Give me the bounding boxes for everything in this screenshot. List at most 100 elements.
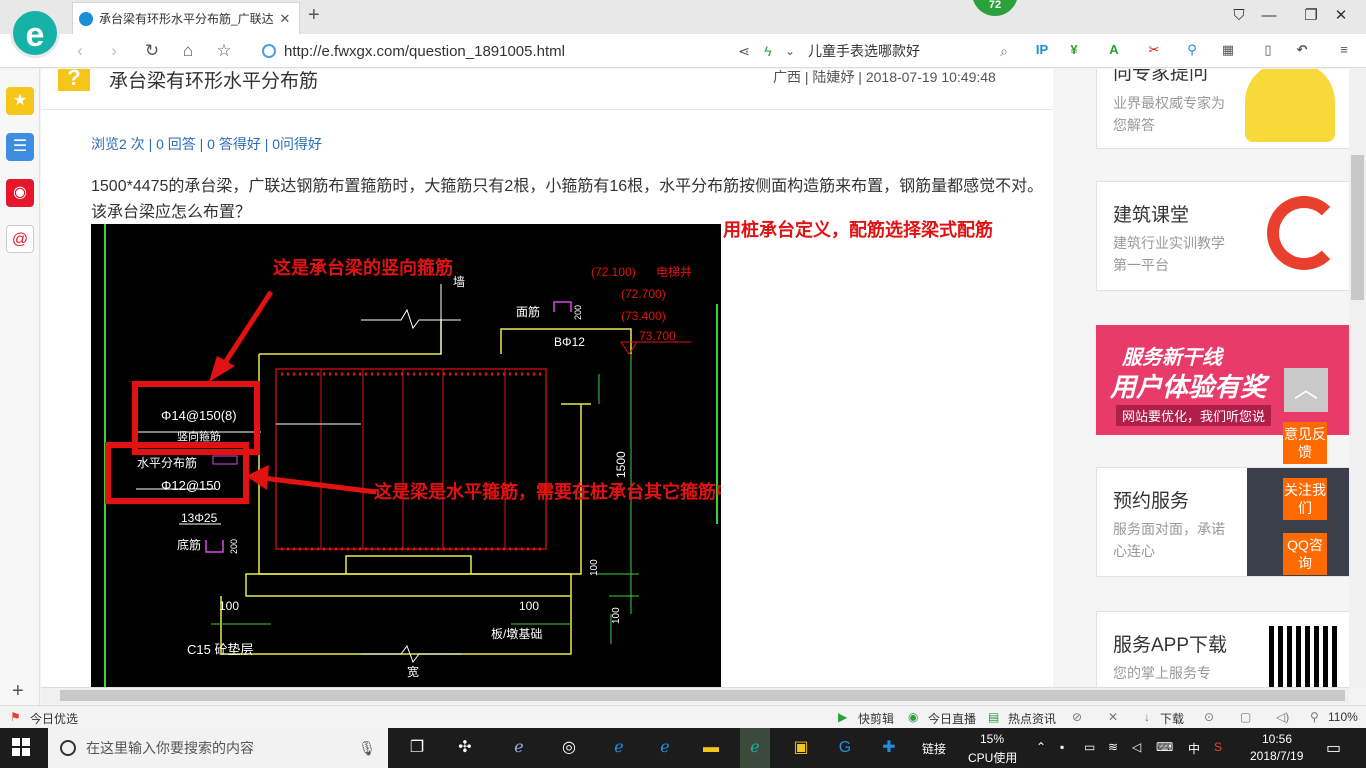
weibo-icon[interactable]: ◉: [6, 179, 34, 207]
cpu-label: CPU使用: [968, 751, 1018, 765]
share-icon[interactable]: ⋖: [732, 40, 756, 62]
close-window-icon[interactable]: ✕: [1326, 4, 1356, 28]
window-icon[interactable]: ▢: [1240, 710, 1251, 724]
fan-app-icon[interactable]: ✣: [452, 736, 478, 760]
undo-icon[interactable]: ↶: [1292, 42, 1312, 60]
cad-bottom-200: 200: [229, 539, 239, 554]
notes-app-icon[interactable]: ▣: [788, 736, 814, 760]
battery-icon[interactable]: ▭: [1084, 740, 1095, 754]
card-app-download[interactable]: 服务APP下载 您的掌上服务专: [1096, 611, 1349, 687]
cad-foundation: 板/墩基础: [491, 627, 542, 641]
browser-task-icon[interactable]: ℯ: [740, 728, 770, 768]
cad-box1-line1: Φ14@150(8): [161, 408, 237, 423]
ime-indicator[interactable]: 中: [1188, 740, 1200, 757]
ie-icon[interactable]: ℯ: [652, 736, 678, 760]
qq-consult-button[interactable]: QQ咨询: [1283, 533, 1327, 575]
feedback-button[interactable]: 意见反馈: [1283, 422, 1327, 464]
forward-icon[interactable]: ›: [102, 40, 126, 62]
ip-icon[interactable]: IP: [1032, 42, 1052, 60]
vertical-scroll-thumb[interactable]: [1351, 155, 1364, 300]
magnifier-icon[interactable]: ⚲: [1182, 42, 1202, 60]
mail-icon[interactable]: @: [6, 225, 34, 253]
search-input[interactable]: 儿童手表选哪款好 ⌕: [808, 39, 1008, 63]
menu-icon[interactable]: ≡: [1334, 42, 1354, 60]
ie-legacy-icon[interactable]: ℯ: [506, 736, 532, 760]
address-bar[interactable]: http://e.fwxgx.com/question_1891005.html: [262, 41, 722, 61]
back-to-top-icon[interactable]: ︿: [1284, 368, 1328, 412]
browser-tab[interactable]: 承台梁有环形水平分布筋_广联达 ✕: [72, 2, 300, 34]
horizontal-scroll-thumb[interactable]: [60, 690, 1345, 701]
card4-sub: 您的掌上服务专: [1113, 665, 1211, 681]
folder-icon[interactable]: ▬: [698, 736, 724, 760]
plus-app-icon[interactable]: ✚: [876, 736, 902, 760]
tray-bell-icon[interactable]: ▪: [1060, 740, 1064, 754]
windows-start-icon[interactable]: [12, 738, 30, 756]
edge-icon[interactable]: ℯ: [606, 736, 632, 760]
wifi-icon[interactable]: ≋: [1108, 740, 1118, 754]
translate-icon[interactable]: A: [1104, 42, 1124, 60]
tools-icon[interactable]: ✕: [1108, 710, 1118, 724]
clean-icon[interactable]: ⊙: [1204, 710, 1214, 724]
minimize-icon[interactable]: —: [1254, 4, 1284, 28]
back-icon[interactable]: ‹: [68, 40, 92, 62]
g-app-icon[interactable]: G: [832, 736, 858, 760]
tab-close-icon[interactable]: ✕: [277, 11, 293, 27]
lightning-icon[interactable]: ϟ: [756, 40, 780, 62]
tray-link[interactable]: 链接: [922, 740, 946, 757]
expert-mascot-icon: [1245, 69, 1335, 142]
restore-icon[interactable]: ❐: [1296, 4, 1326, 28]
taskbar-search-input[interactable]: 在这里输入你要搜索的内容 🎙: [48, 728, 388, 768]
card2-sub: 建筑行业实训教学第一平台: [1113, 235, 1225, 273]
card1-title: 向专家提问: [1113, 69, 1209, 84]
speed-icon[interactable]: ⊘: [1072, 710, 1082, 724]
status-item-2[interactable]: 热点资讯: [1008, 710, 1056, 727]
shield-icon[interactable]: ¥: [1064, 42, 1084, 60]
add-sidebar-icon[interactable]: +: [12, 680, 24, 703]
status-item-3[interactable]: 下载: [1160, 710, 1184, 727]
question-stats[interactable]: 浏览2 次 | 0 回答 | 0 答得好 | 0问得好: [91, 134, 322, 154]
gift-icon: ⚑: [10, 710, 21, 724]
favorite-star-icon[interactable]: ☆: [212, 40, 236, 62]
cad-top-bar: 面筋: [516, 304, 540, 319]
list-icon[interactable]: ☰: [6, 133, 34, 161]
favorites-star-icon[interactable]: ★: [6, 87, 34, 115]
chrome-like-icon[interactable]: ◎: [556, 736, 582, 760]
follow-us-button[interactable]: 关注我们: [1283, 478, 1327, 520]
chevron-down-icon[interactable]: ⌄: [778, 40, 802, 62]
globe-icon: [262, 44, 276, 58]
status-item-0[interactable]: 快剪辑: [858, 710, 894, 727]
search-icon[interactable]: ⌕: [1000, 43, 1008, 60]
classroom-logo-icon: [1267, 196, 1341, 270]
tray-up-icon[interactable]: ⌃: [1036, 740, 1046, 754]
cad-drawing-image: 这是承台梁的竖向箍筋 这是梁是水平箍筋，需要在桩承台其它箍筋中计算输入 Φ14@…: [91, 224, 721, 687]
microphone-icon[interactable]: 🎙: [358, 740, 376, 757]
site-favicon-icon: [79, 11, 93, 26]
windows-taskbar: 在这里输入你要搜索的内容 🎙 ❐ ✣ ℯ ◎ ℯ ℯ ▬ ℯ ▣ G ✚ 链接 …: [0, 728, 1366, 768]
main-content: ? 承台梁有环形水平分布筋 广西 | 陆婕妤 | 2018-07-19 10:4…: [41, 69, 1053, 687]
notifications-icon[interactable]: ▭: [1326, 738, 1341, 758]
reload-icon[interactable]: ↻: [140, 40, 164, 62]
task-view-icon[interactable]: ❐: [404, 736, 430, 760]
card-classroom[interactable]: 建筑课堂 建筑行业实训教学第一平台: [1096, 181, 1349, 291]
status-today-picks[interactable]: 今日优选: [30, 710, 78, 727]
phone-icon[interactable]: ▯: [1258, 42, 1278, 60]
status-item-1[interactable]: 今日直播: [928, 710, 976, 727]
home-icon[interactable]: ⌂: [176, 40, 200, 62]
zoom-icon[interactable]: ⚲: [1310, 710, 1319, 724]
apps-grid-icon[interactable]: ▦: [1218, 42, 1238, 60]
volume-icon[interactable]: ◁: [1132, 740, 1141, 754]
clock-date[interactable]: 2018/7/19: [1250, 749, 1303, 763]
scissors-icon[interactable]: ✂: [1144, 42, 1164, 60]
zoom-level[interactable]: 110%: [1328, 710, 1358, 724]
cad-drawing: 这是承台梁的竖向箍筋 这是梁是水平箍筋，需要在桩承台其它箍筋中计算输入 Φ14@…: [104, 224, 721, 687]
sound-icon[interactable]: ◁): [1276, 710, 1289, 724]
browser-logo[interactable]: e: [10, 8, 60, 58]
shirt-skin-icon[interactable]: ⛉: [1224, 4, 1254, 28]
card-ask-expert[interactable]: 向专家提问 业界最权威专家为您解答: [1096, 69, 1349, 149]
keyboard-icon[interactable]: ⌨: [1156, 740, 1173, 754]
card1-sub: 业界最权威专家为您解答: [1113, 95, 1225, 133]
new-tab-icon[interactable]: +: [308, 4, 320, 27]
download-icon: ↓: [1144, 710, 1150, 724]
sogou-icon[interactable]: S: [1214, 740, 1222, 754]
clock-time[interactable]: 10:56: [1262, 732, 1292, 746]
